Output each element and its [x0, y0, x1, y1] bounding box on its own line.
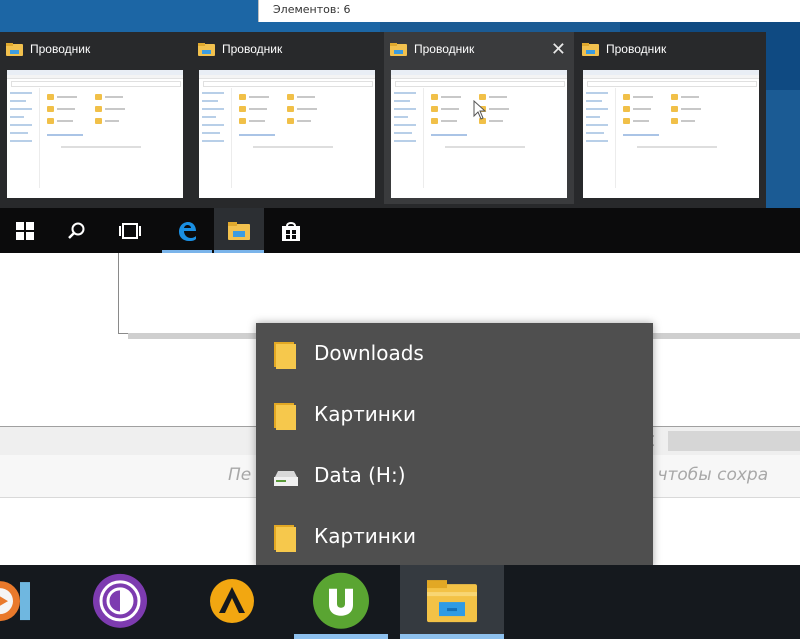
thumbnail-preview-band: Проводник Проводник Проводник ✕ Проводни… — [0, 32, 766, 208]
mouse-cursor-icon — [473, 100, 487, 120]
explorer-window-thumbnail[interactable]: Проводник — [192, 32, 382, 204]
jump-list-item-pictures[interactable]: Картинки — [256, 388, 653, 440]
task-view-icon — [119, 222, 141, 239]
edge-icon — [179, 221, 196, 241]
hint-text-left: Пе — [228, 465, 252, 485]
background-window — [118, 253, 800, 334]
windows-start-icon — [16, 221, 34, 240]
window-preview — [583, 70, 759, 198]
jump-list-item-pictures[interactable]: Картинки — [256, 510, 653, 562]
thumbnail-header: Проводник — [198, 42, 378, 60]
folder-icon — [274, 403, 296, 430]
folder-icon — [274, 525, 296, 552]
search-button[interactable] — [52, 208, 102, 253]
task-view-button[interactable] — [105, 208, 155, 253]
jump-list-item-data-drive[interactable]: Data (H:) — [256, 449, 653, 501]
jump-list-menu: Downloads Картинки Data (H:) Картинки — [256, 323, 653, 568]
window-preview — [7, 70, 183, 198]
thumbnail-header: Проводник — [582, 42, 762, 60]
taskbar-bottom — [0, 565, 800, 639]
file-explorer-icon — [582, 43, 599, 56]
tor-browser-button[interactable] — [80, 565, 160, 639]
file-explorer-icon — [228, 221, 250, 240]
aimp-icon — [210, 579, 254, 624]
explorer-window-thumbnail[interactable]: Проводник — [576, 32, 766, 204]
running-indicator — [294, 634, 388, 639]
explorer-status-bar: Элементов: 6 — [258, 0, 800, 22]
aimp-button[interactable] — [192, 565, 272, 639]
drive-icon — [274, 471, 298, 486]
window-preview — [199, 70, 375, 198]
jump-list-label: Downloads — [314, 341, 424, 365]
jump-list-label: Картинки — [314, 402, 416, 426]
explorer-window-thumbnail[interactable]: Проводник — [0, 32, 190, 204]
items-count-text: Элементов: 6 — [273, 3, 351, 16]
thumbnail-title: Проводник — [222, 42, 283, 56]
file-explorer-button[interactable] — [214, 208, 264, 253]
file-explorer-icon — [390, 43, 407, 56]
file-explorer-icon — [6, 43, 23, 56]
thumbnail-header: Проводник ✕ — [390, 39, 570, 60]
store-icon — [282, 221, 300, 241]
search-icon — [68, 222, 85, 239]
store-button[interactable] — [266, 208, 316, 253]
thumbnail-title: Проводник — [414, 42, 475, 56]
jump-list-label: Картинки — [314, 524, 416, 548]
file-explorer-icon — [198, 43, 215, 56]
taskbar-thumbnail-preview-screenshot: Элементов: 6 Проводник Проводник Проводн… — [0, 0, 800, 253]
thumbnail-title: Проводник — [606, 42, 667, 56]
close-icon[interactable]: ✕ — [551, 39, 566, 60]
address-field[interactable] — [668, 431, 800, 451]
window-preview — [391, 70, 567, 198]
utorrent-button[interactable] — [294, 565, 388, 639]
thumbnail-title: Проводник — [30, 42, 91, 56]
start-button[interactable] — [0, 208, 50, 253]
folder-icon — [274, 342, 296, 369]
file-explorer-button[interactable] — [400, 565, 504, 639]
active-indicator — [400, 634, 504, 639]
hint-text-right: ), чтобы сохра — [640, 465, 769, 485]
tor-browser-icon — [93, 573, 147, 628]
thumbnail-header: Проводник — [6, 42, 186, 60]
jump-list-item-downloads[interactable]: Downloads — [256, 327, 653, 379]
explorer-window-thumbnail-hovered[interactable]: Проводник ✕ — [384, 32, 574, 204]
taskbar-top — [0, 208, 800, 253]
jump-list-label: Data (H:) — [314, 463, 406, 487]
media-player-button[interactable] — [0, 565, 40, 639]
media-player-icon — [0, 581, 30, 622]
edge-button[interactable] — [162, 208, 212, 253]
file-explorer-icon — [427, 580, 477, 623]
utorrent-icon — [313, 572, 369, 629]
